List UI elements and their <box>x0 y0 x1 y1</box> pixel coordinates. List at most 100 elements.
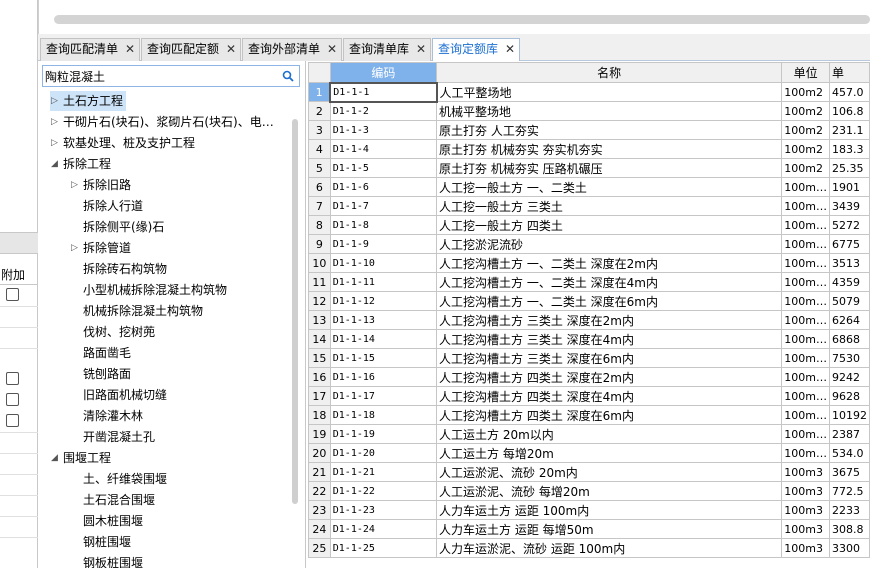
table-row[interactable]: 15 D1-1-15 人工挖沟槽土方 三类土 深度在6m内 100m… 7530 <box>308 348 870 368</box>
unit-cell[interactable]: 100m… <box>781 405 830 425</box>
name-cell[interactable]: 原土打夯 机械夯实 夯实机夯实 <box>436 139 783 159</box>
tree-node[interactable]: ◢ 围堰工程 <box>50 448 114 468</box>
unit-cell[interactable]: 100m… <box>781 424 830 444</box>
collapsed-arrow-icon[interactable]: ▷ <box>71 238 81 258</box>
price-cell[interactable]: 10192 <box>828 405 870 425</box>
code-cell[interactable]: D1-1-8 <box>329 215 438 235</box>
name-cell[interactable]: 人工挖沟槽土方 一、二类土 深度在6m内 <box>436 291 783 311</box>
row-number[interactable]: 13 <box>308 310 331 330</box>
price-cell[interactable]: 231.1 <box>828 120 870 140</box>
column-header-price[interactable]: 单 <box>828 62 870 83</box>
table-row[interactable]: 1 D1-1-1 人工平整场地 100m2 457.0 <box>308 81 870 103</box>
tree-node[interactable]: 钢板桩围堰 <box>70 553 146 568</box>
tree-node[interactable]: 旧路面机械切缝 <box>70 385 170 405</box>
unit-cell[interactable]: 100m3 <box>781 462 830 482</box>
unit-cell[interactable]: 100m2 <box>781 158 830 178</box>
code-cell[interactable]: D1-1-4 <box>329 139 438 159</box>
row-number[interactable]: 25 <box>308 538 331 558</box>
code-cell[interactable]: D1-1-23 <box>329 500 438 520</box>
price-cell[interactable]: 6868 <box>828 329 870 349</box>
row-number[interactable]: 18 <box>308 405 331 425</box>
price-cell[interactable]: 6775 <box>828 234 870 254</box>
table-row[interactable]: 19 D1-1-19 人工运土方 20m以内 100m… 2387 <box>308 424 870 444</box>
tree-node[interactable]: ▷ 软基处理、桩及支护工程 <box>50 133 198 153</box>
tab-bill-library[interactable]: 查询清单库 ✕ <box>343 38 431 61</box>
price-cell[interactable]: 5272 <box>828 215 870 235</box>
row-number[interactable]: 5 <box>308 158 331 178</box>
tree-node[interactable]: 伐树、挖树蔸 <box>70 322 158 342</box>
table-row[interactable]: 7 D1-1-7 人工挖一般土方 三类土 100m… 3439 <box>308 196 870 216</box>
row-number[interactable]: 12 <box>308 291 331 311</box>
table-row[interactable]: 12 D1-1-12 人工挖沟槽土方 一、二类土 深度在6m内 100m… 5079 <box>308 291 870 311</box>
row-number[interactable]: 21 <box>308 462 331 482</box>
collapsed-arrow-icon[interactable]: ▷ <box>51 112 61 132</box>
price-cell[interactable]: 772.5 <box>828 481 870 501</box>
price-cell[interactable]: 6264 <box>828 310 870 330</box>
price-cell[interactable]: 1901 <box>828 177 870 197</box>
collapsed-arrow-icon[interactable]: ▷ <box>51 91 61 111</box>
tree-node[interactable]: 机械拆除混凝土构筑物 <box>70 301 206 321</box>
price-cell[interactable]: 183.3 <box>828 139 870 159</box>
table-row[interactable]: 25 D1-1-25 人力车运淤泥、流砂 运距 100m内 100m3 3300 <box>308 538 870 558</box>
close-icon[interactable]: ✕ <box>505 39 515 60</box>
close-icon[interactable]: ✕ <box>416 39 426 60</box>
code-cell[interactable]: D1-1-19 <box>329 424 438 444</box>
code-cell[interactable]: D1-1-12 <box>329 291 438 311</box>
attach-checkbox[interactable] <box>6 372 19 385</box>
unit-cell[interactable]: 100m3 <box>781 500 830 520</box>
row-number[interactable]: 17 <box>308 386 331 406</box>
tab-quota-library[interactable]: 查询定额库 ✕ <box>432 38 520 62</box>
name-cell[interactable]: 原土打夯 机械夯实 压路机碾压 <box>436 158 783 178</box>
tab-match-bill[interactable]: 查询匹配清单 ✕ <box>40 38 140 61</box>
table-row[interactable]: 5 D1-1-5 原土打夯 机械夯实 压路机碾压 100m2 25.35 <box>308 158 870 178</box>
tree-node[interactable]: 小型机械拆除混凝土构筑物 <box>70 280 230 300</box>
price-cell[interactable]: 2387 <box>828 424 870 444</box>
unit-cell[interactable]: 100m2 <box>781 82 830 102</box>
unit-cell[interactable]: 100m… <box>781 386 830 406</box>
unit-cell[interactable]: 100m… <box>781 196 830 216</box>
code-cell[interactable]: D1-1-9 <box>329 234 438 254</box>
table-row[interactable]: 20 D1-1-20 人工运土方 每增20m 100m… 534.0 <box>308 443 870 463</box>
code-cell[interactable]: D1-1-14 <box>329 329 438 349</box>
name-cell[interactable]: 人工挖沟槽土方 三类土 深度在2m内 <box>436 310 783 330</box>
row-number[interactable]: 23 <box>308 500 331 520</box>
collapsed-arrow-icon[interactable]: ▷ <box>51 133 61 153</box>
unit-cell[interactable]: 100m… <box>781 443 830 463</box>
table-row[interactable]: 11 D1-1-11 人工挖沟槽土方 一、二类土 深度在4m内 100m… 4359 <box>308 272 870 292</box>
table-row[interactable]: 17 D1-1-17 人工挖沟槽土方 四类土 深度在4m内 100m… 9628 <box>308 386 870 406</box>
row-number[interactable]: 10 <box>308 253 331 273</box>
name-cell[interactable]: 人工挖一般土方 四类土 <box>436 215 783 235</box>
name-cell[interactable]: 人工挖沟槽土方 三类土 深度在6m内 <box>436 348 783 368</box>
name-cell[interactable]: 人工挖一般土方 三类土 <box>436 196 783 216</box>
price-cell[interactable]: 106.8 <box>828 101 870 121</box>
close-icon[interactable]: ✕ <box>226 39 236 60</box>
close-icon[interactable]: ✕ <box>327 39 337 60</box>
table-row[interactable]: 9 D1-1-9 人工挖淤泥流砂 100m… 6775 <box>308 234 870 254</box>
table-row[interactable]: 23 D1-1-23 人力车运土方 运距 100m内 100m3 2233 <box>308 500 870 520</box>
table-row[interactable]: 13 D1-1-13 人工挖沟槽土方 三类土 深度在2m内 100m… 6264 <box>308 310 870 330</box>
tree-scrollbar[interactable] <box>292 119 298 504</box>
tree-node[interactable]: 拆除砖石构筑物 <box>70 259 170 279</box>
code-cell[interactable]: D1-1-17 <box>329 386 438 406</box>
code-cell[interactable]: D1-1-20 <box>329 443 438 463</box>
unit-cell[interactable]: 100m… <box>781 348 830 368</box>
tree-node[interactable]: 清除灌木林 <box>70 406 146 426</box>
tree-node[interactable]: 拆除人行道 <box>70 196 146 216</box>
price-cell[interactable]: 457.0 <box>828 82 870 102</box>
name-cell[interactable]: 人工挖淤泥流砂 <box>436 234 783 254</box>
tree-node[interactable]: ▷ 土石方工程 <box>50 91 127 111</box>
row-number[interactable]: 20 <box>308 443 331 463</box>
row-number[interactable]: 11 <box>308 272 331 292</box>
unit-cell[interactable]: 100m2 <box>781 101 830 121</box>
name-cell[interactable]: 人力车运土方 运距 每增50m <box>436 519 783 539</box>
tree-node[interactable]: ◢ 拆除工程 <box>50 154 114 174</box>
collapsed-arrow-icon[interactable]: ▷ <box>71 175 81 195</box>
name-cell[interactable]: 人工挖沟槽土方 一、二类土 深度在2m内 <box>436 253 783 273</box>
expanded-arrow-icon[interactable]: ◢ <box>51 448 61 468</box>
row-number[interactable]: 16 <box>308 367 331 387</box>
code-cell[interactable]: D1-1-3 <box>329 120 438 140</box>
tree-node[interactable]: ▷ 拆除管道 <box>70 238 134 258</box>
name-cell[interactable]: 人工运淤泥、流砂 20m内 <box>436 462 783 482</box>
expanded-arrow-icon[interactable]: ◢ <box>51 154 61 174</box>
close-icon[interactable]: ✕ <box>125 39 135 60</box>
